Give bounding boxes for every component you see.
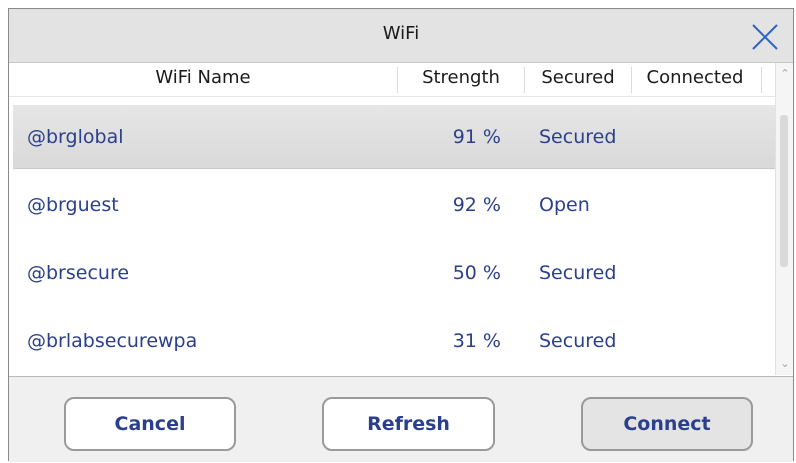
network-strength: 31 %	[452, 330, 501, 352]
dialog-title: WiFi	[382, 23, 420, 44]
button-bar: Cancel Refresh Connect	[9, 377, 793, 462]
network-row[interactable]: @brguest 92 % Open	[13, 173, 775, 237]
close-icon	[752, 24, 778, 50]
network-name: @brlabsecurewpa	[27, 330, 198, 352]
cancel-button[interactable]: Cancel	[64, 397, 236, 451]
network-row[interactable]: @brlabsecurewpa 31 % Secured	[13, 309, 775, 373]
column-header-strength[interactable]: Strength	[398, 63, 524, 96]
wifi-network-list[interactable]: WiFi Name Strength Secured Connected @br…	[9, 63, 793, 377]
column-divider	[761, 67, 762, 93]
title-bar: WiFi	[9, 9, 793, 63]
network-strength: 91 %	[452, 126, 501, 148]
network-security: Open	[539, 194, 590, 216]
network-name: @brglobal	[27, 126, 124, 148]
network-security: Secured	[539, 330, 617, 352]
close-button[interactable]	[745, 17, 785, 57]
network-row[interactable]: @brglobal 91 % Secured	[13, 105, 775, 169]
network-security: Secured	[539, 262, 617, 284]
network-rows: @brglobal 91 % Secured @brguest 92 % Ope…	[9, 97, 775, 375]
connect-button[interactable]: Connect	[581, 397, 753, 451]
column-header-connected[interactable]: Connected	[632, 63, 758, 96]
column-header-secured[interactable]: Secured	[525, 63, 631, 96]
vertical-scrollbar[interactable]: ⌃ ⌄	[775, 63, 793, 375]
refresh-button[interactable]: Refresh	[322, 397, 495, 451]
column-headers: WiFi Name Strength Secured Connected	[9, 63, 775, 97]
wifi-dialog: WiFi WiFi Name Strength Secured Connecte…	[8, 8, 794, 462]
network-strength: 50 %	[452, 262, 501, 284]
scroll-up-arrow-icon[interactable]: ⌃	[776, 65, 794, 83]
network-name: @brsecure	[27, 262, 130, 284]
network-name: @brguest	[27, 194, 119, 216]
scroll-down-arrow-icon[interactable]: ⌄	[776, 355, 794, 373]
column-header-name[interactable]: WiFi Name	[9, 63, 397, 96]
network-row[interactable]: @brsecure 50 % Secured	[13, 241, 775, 305]
network-strength: 92 %	[452, 194, 501, 216]
network-security: Secured	[539, 126, 617, 148]
scroll-thumb[interactable]	[780, 115, 788, 267]
